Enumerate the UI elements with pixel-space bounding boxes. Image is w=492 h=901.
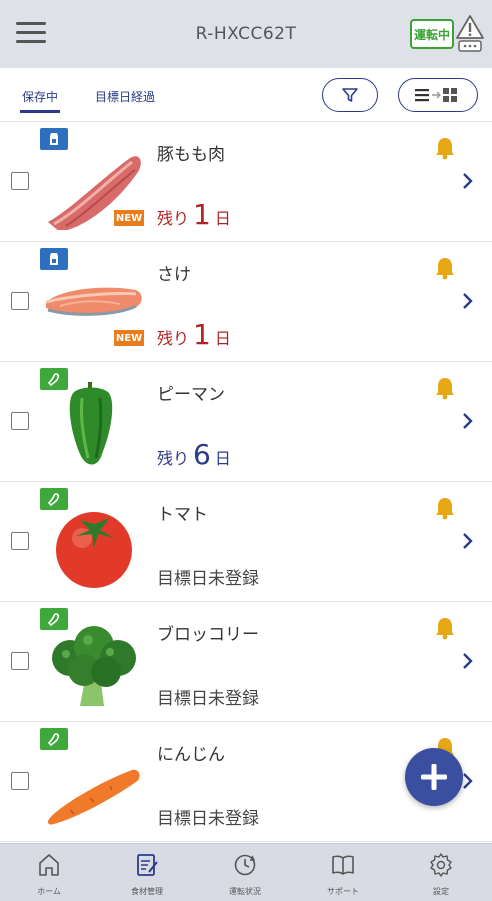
carrot-image	[47, 769, 140, 825]
chevron-right-icon[interactable]	[462, 772, 474, 790]
bell-icon[interactable]	[434, 496, 456, 520]
chevron-right-icon[interactable]	[462, 292, 474, 310]
remaining-prefix: 残り	[157, 329, 190, 348]
remaining-number: 6	[193, 438, 211, 471]
nav-settings[interactable]: 設定	[392, 844, 490, 901]
remaining-number: 1	[193, 318, 211, 351]
warning-icon[interactable]	[455, 14, 485, 56]
tab-target-date-passed[interactable]: 目標日経過	[95, 88, 155, 105]
target-date-unregistered: 目標日未登録	[157, 689, 259, 709]
bottom-navigation: ホーム 食材管理 運転状況 サポート 設定	[0, 843, 492, 901]
food-name: ピーマン	[157, 385, 225, 405]
remaining-number: 1	[193, 198, 211, 231]
item-checkbox[interactable]	[11, 292, 29, 310]
food-name: 豚もも肉	[157, 145, 225, 165]
new-badge: NEW	[114, 330, 144, 346]
bell-icon[interactable]	[434, 376, 456, 400]
nav-home[interactable]: ホーム	[0, 844, 98, 901]
list-to-grid-icon	[415, 88, 457, 102]
plus-icon	[421, 764, 447, 790]
remaining-prefix: 残り	[157, 209, 190, 228]
nav-label: ホーム	[37, 887, 61, 896]
food-item-row[interactable]: ピーマン 残り 6 日	[0, 362, 492, 482]
item-checkbox[interactable]	[11, 772, 29, 790]
food-list: NEW 豚もも肉 残り 1 日 NEW さけ 残り 1 日 ピーマン 残り 6 …	[0, 122, 492, 842]
food-management-icon	[137, 854, 158, 876]
days-remaining: 残り 6 日	[157, 438, 231, 471]
home-icon	[39, 854, 59, 876]
bell-icon[interactable]	[434, 256, 456, 280]
target-date-unregistered: 目標日未登録	[157, 809, 259, 829]
food-item-row[interactable]: NEW さけ 残り 1 日	[0, 242, 492, 362]
food-name: さけ	[157, 265, 191, 285]
food-name: ブロッコリー	[157, 625, 259, 645]
filter-button[interactable]	[322, 78, 378, 112]
food-item-row[interactable]: ブロッコリー 目標日未登録	[0, 602, 492, 722]
running-status-badge: 運転中	[410, 19, 454, 49]
nav-support[interactable]: サポート	[294, 844, 392, 901]
chevron-right-icon[interactable]	[462, 532, 474, 550]
gear-icon	[430, 853, 452, 877]
broccoli-image	[52, 626, 136, 706]
filter-icon	[342, 88, 358, 102]
book-icon	[332, 855, 354, 875]
nav-label: 運転状況	[229, 887, 261, 896]
green-pepper-image	[69, 382, 113, 465]
remaining-suffix: 日	[214, 449, 231, 468]
bell-icon[interactable]	[434, 616, 456, 640]
item-checkbox[interactable]	[11, 532, 29, 550]
chevron-right-icon[interactable]	[462, 652, 474, 670]
remaining-suffix: 日	[214, 329, 231, 348]
days-remaining: 残り 1 日	[157, 318, 231, 351]
add-food-button[interactable]	[405, 748, 463, 806]
nav-operation-status[interactable]: 運転状況	[196, 844, 294, 901]
food-name: トマト	[157, 505, 208, 525]
nav-label: サポート	[327, 887, 359, 896]
remaining-prefix: 残り	[157, 449, 190, 468]
item-checkbox[interactable]	[11, 652, 29, 670]
bell-icon[interactable]	[434, 136, 456, 160]
chevron-right-icon[interactable]	[462, 412, 474, 430]
new-badge: NEW	[114, 210, 144, 226]
remaining-suffix: 日	[214, 209, 231, 228]
chevron-right-icon[interactable]	[462, 172, 474, 190]
food-item-row[interactable]: トマト 目標日未登録	[0, 482, 492, 602]
operation-status-icon	[234, 854, 256, 876]
target-date-unregistered: 目標日未登録	[157, 569, 259, 589]
item-checkbox[interactable]	[11, 412, 29, 430]
tomato-image	[56, 512, 132, 588]
food-name: にんじん	[157, 745, 225, 765]
nav-label: 食材管理	[131, 887, 163, 896]
nav-food-management[interactable]: 食材管理	[98, 844, 196, 901]
app-header: R-HXCC62T 運転中	[0, 0, 492, 68]
tab-storing[interactable]: 保存中	[19, 88, 61, 113]
nav-label: 設定	[433, 887, 449, 896]
tab-bar: 保存中 目標日経過	[0, 68, 492, 122]
item-checkbox[interactable]	[11, 172, 29, 190]
view-toggle-button[interactable]	[398, 78, 478, 112]
days-remaining: 残り 1 日	[157, 198, 231, 231]
food-item-row[interactable]: NEW 豚もも肉 残り 1 日	[0, 122, 492, 242]
